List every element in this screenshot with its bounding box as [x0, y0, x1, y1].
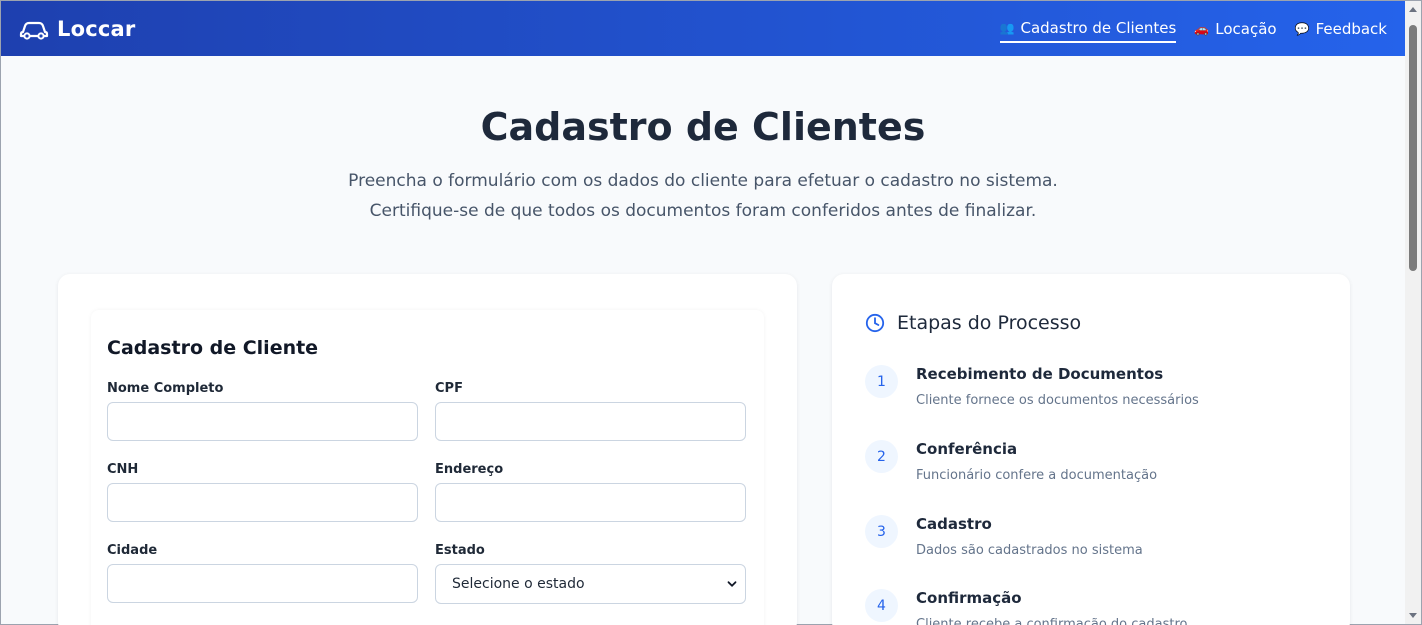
step-description: Cliente fornece os documentos necessário… — [916, 393, 1199, 408]
clock-icon — [865, 313, 885, 333]
brand-name: Loccar — [57, 16, 136, 41]
form-title: Cadastro de Cliente — [107, 337, 319, 359]
scroll-thumb[interactable] — [1409, 25, 1417, 271]
step-title: Cadastro — [916, 515, 992, 533]
step-number-badge: 3 — [865, 515, 898, 548]
step-title: Conferência — [916, 440, 1018, 458]
users-icon: 👥 — [999, 20, 1015, 35]
page-title: Cadastro de Clientes — [480, 105, 926, 149]
nav-item-label: Feedback — [1315, 19, 1387, 38]
client-form-card: Cadastro de Cliente Nome Completo CPF CN… — [58, 274, 797, 625]
main-nav: 👥 Cadastro de Clientes 🚗 Locação 💬 Feedb… — [999, 15, 1387, 43]
step-number-badge: 4 — [865, 589, 898, 622]
cpf-label: CPF — [435, 381, 463, 396]
steps-header: Etapas do Processo — [865, 312, 1081, 334]
steps-title: Etapas do Processo — [897, 312, 1082, 334]
nav-item-locacao[interactable]: 🚗 Locação — [1194, 16, 1276, 42]
estado-label: Estado — [435, 543, 485, 558]
cpf-field[interactable] — [435, 402, 746, 441]
page-scrollbar[interactable] — [1405, 1, 1421, 624]
step-description: Funcionário confere a documentação — [916, 468, 1158, 483]
nav-item-feedback[interactable]: 💬 Feedback — [1295, 16, 1387, 42]
car-icon — [19, 21, 49, 40]
nav-item-label: Locação — [1215, 19, 1277, 38]
step-number-badge: 1 — [865, 365, 898, 398]
cidade-field[interactable] — [107, 564, 418, 603]
nav-item-label: Cadastro de Clientes — [1020, 18, 1177, 37]
top-navbar: Loccar 👥 Cadastro de Clientes 🚗 Locação … — [1, 1, 1405, 56]
cnh-label: CNH — [107, 462, 139, 477]
endereco-label: Endereço — [435, 462, 504, 477]
step-title: Confirmação — [916, 589, 1022, 607]
page-subtitle-line1: Preencha o formulário com os dados do cl… — [348, 171, 1058, 191]
step-title: Recebimento de Documentos — [916, 365, 1164, 383]
brand[interactable]: Loccar — [19, 17, 135, 41]
scroll-down-arrow-icon[interactable] — [1409, 613, 1417, 618]
chevron-down-icon — [727, 581, 737, 587]
car-icon: 🚗 — [1194, 21, 1210, 36]
nome-field[interactable] — [107, 402, 418, 441]
process-steps-card: Etapas do Processo 1 Recebimento de Docu… — [832, 274, 1350, 625]
step-description: Cliente recebe a confirmação do cadastro — [916, 617, 1188, 625]
estado-select[interactable]: Selecione o estado — [435, 564, 746, 604]
estado-select-value: Selecione o estado — [452, 576, 585, 592]
speech-bubble-icon: 💬 — [1294, 21, 1310, 36]
scroll-up-arrow-icon[interactable] — [1409, 7, 1417, 12]
nav-item-cadastro-clientes[interactable]: 👥 Cadastro de Clientes — [999, 15, 1177, 43]
nome-label: Nome Completo — [107, 381, 224, 396]
page-subtitle-line2: Certifique-se de que todos os documentos… — [369, 201, 1037, 221]
cnh-field[interactable] — [107, 483, 418, 522]
cidade-label: Cidade — [107, 543, 158, 558]
step-number-badge: 2 — [865, 440, 898, 473]
endereco-field[interactable] — [435, 483, 746, 522]
step-description: Dados são cadastrados no sistema — [916, 543, 1143, 558]
